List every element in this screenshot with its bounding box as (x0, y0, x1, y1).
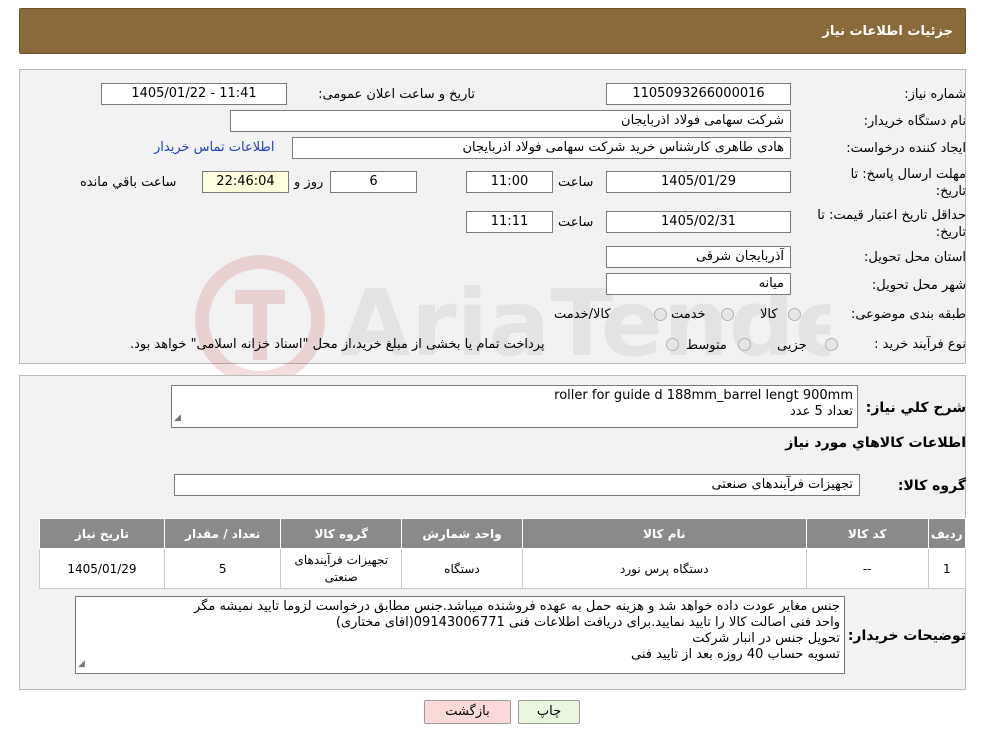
buyer-notes-line4: تسویه حساب 40 روزه بعد از تایید فنی (631, 647, 840, 662)
process-small-label: جزیی (777, 338, 807, 353)
back-button[interactable]: بازگشت (424, 700, 511, 724)
process-label: نوع فرآیند خرید : (874, 337, 966, 352)
buyer-notes-label: توضیحات خریدار: (847, 628, 966, 644)
validity-label-line1: حداقل تاریخ اعتبار قیمت: تا (817, 208, 966, 223)
cell-unit: دستگاه (401, 548, 523, 589)
cell-quantity: 5 (163, 548, 282, 589)
validity-date-field: 1405/02/31 (606, 211, 791, 233)
cell-goods-name: دستگاه پرس نورد (521, 548, 807, 589)
table-row: 1 -- دستگاه پرس نورد دستگاه تجهیزات فرآی… (39, 548, 967, 589)
province-field: آذربایجان شرقی (606, 246, 791, 268)
goods-group-label: گروه کالا: (897, 478, 966, 494)
cell-row-number: 1 (927, 548, 967, 589)
goods-group-field: تجهیزات فرآیندهای صنعتی (174, 474, 860, 496)
summary-line1: roller for guide d 188mm_barrel lengt 90… (554, 388, 853, 403)
category-service-radio[interactable] (721, 308, 734, 321)
cell-goods-code: -- (805, 548, 929, 589)
remaining-time-field: 22:46:04 (202, 171, 289, 193)
requester-label: ایجاد کننده درخواست: (846, 141, 966, 156)
category-goods-radio[interactable] (788, 308, 801, 321)
col-goods-group: گروه کالا (280, 518, 403, 549)
buyer-notes-line2: واحد فنی اصالت کالا را تایید نمایید.برای… (335, 615, 840, 630)
buyer-notes-line3: تحویل جنس در انبار شرکت (692, 631, 840, 646)
days-label: روز و (294, 175, 324, 190)
category-label: طبقه بندی موضوعی: (850, 307, 966, 322)
col-goods-name: نام کالا (521, 518, 807, 549)
summary-line2: تعداد 5 عدد (789, 404, 853, 419)
resize-grip-icon[interactable]: ◢ (174, 410, 181, 426)
deadline-label-line2: تاریخ: (935, 184, 966, 199)
category-goods-service-radio[interactable] (654, 308, 667, 321)
deadline-label: مهلت ارسال پاسخ: تا تاریخ: (851, 166, 966, 200)
buyer-org-label: نام دستگاه خریدار: (863, 114, 966, 129)
need-number-field: 1105093266000016 (606, 83, 791, 105)
summary-textarea[interactable]: roller for guide d 188mm_barrel lengt 90… (171, 385, 858, 428)
deadline-time-label: ساعت (558, 175, 594, 190)
buyer-contact-link[interactable]: اطلاعات تماس خریدار (154, 140, 274, 155)
process-medium-radio[interactable] (738, 338, 751, 351)
process-medium-label: متوسط (686, 338, 727, 353)
buyer-org-field: شرکت سهامی فولاد اذربایجان (230, 110, 791, 132)
process-small-radio[interactable] (825, 338, 838, 351)
province-label: استان محل تحویل: (864, 250, 966, 265)
category-goods-service-label: کالا/خدمت (554, 307, 611, 322)
need-number-label: شماره نیاز: (904, 87, 966, 102)
buyer-notes-textarea[interactable]: جنس مغایر عودت داده خواهد شد و هزینه حمل… (75, 596, 845, 674)
col-unit: واحد شمارش (401, 518, 523, 549)
goods-table: رديف کد کالا نام کالا واحد شمارش گروه کا… (39, 518, 967, 589)
requester-field: هادی طاهری کارشناس خرید شرکت سهامی فولاد… (292, 137, 791, 159)
announce-datetime-field: 1405/01/22 - 11:41 (101, 83, 287, 105)
process-treasury-checkbox[interactable] (666, 338, 679, 351)
deadline-date-field: 1405/01/29 (606, 171, 791, 193)
validity-time-field: 11:11 (466, 211, 553, 233)
page-title: جزئیات اطلاعات نیاز (822, 24, 953, 39)
goods-info-title: اطلاعات کالاهاي مورد نياز (785, 435, 966, 451)
buyer-notes-line1: جنس مغایر عودت داده خواهد شد و هزینه حمل… (194, 599, 840, 614)
validity-label: حداقل تاریخ اعتبار قیمت: تا تاریخ: (817, 207, 966, 241)
announce-datetime-label: تاریخ و ساعت اعلان عمومی: (318, 87, 475, 102)
col-row-number: رديف (927, 518, 967, 549)
remaining-time-label: ساعت باقي مانده (80, 175, 177, 190)
resize-grip-icon[interactable]: ◢ (78, 656, 85, 672)
process-note: پرداخت تمام یا بخشی از مبلغ خرید،از محل … (130, 337, 545, 352)
deadline-label-line1: مهلت ارسال پاسخ: تا (850, 167, 966, 182)
table-header-row: رديف کد کالا نام کالا واحد شمارش گروه کا… (39, 518, 967, 549)
category-service-label: خدمت (671, 307, 706, 322)
page-header: جزئیات اطلاعات نیاز (19, 8, 966, 54)
col-goods-code: کد کالا (805, 518, 929, 549)
print-button[interactable]: چاپ (518, 700, 580, 724)
category-goods-label: کالا (760, 307, 778, 322)
summary-label: شرح کلي نياز: (865, 400, 966, 416)
validity-label-line2: تاریخ: (935, 225, 966, 240)
city-label: شهر محل تحویل: (871, 278, 966, 293)
cell-goods-group: تجهیزات فرآیندهای صنعتی (280, 548, 403, 589)
validity-time-label: ساعت (558, 215, 594, 230)
col-need-date: تاریخ نیاز (39, 518, 165, 549)
col-quantity: تعداد / مقدار (163, 518, 282, 549)
city-field: میانه (606, 273, 791, 295)
days-field: 6 (330, 171, 417, 193)
cell-need-date: 1405/01/29 (39, 548, 165, 589)
deadline-time-field: 11:00 (466, 171, 553, 193)
